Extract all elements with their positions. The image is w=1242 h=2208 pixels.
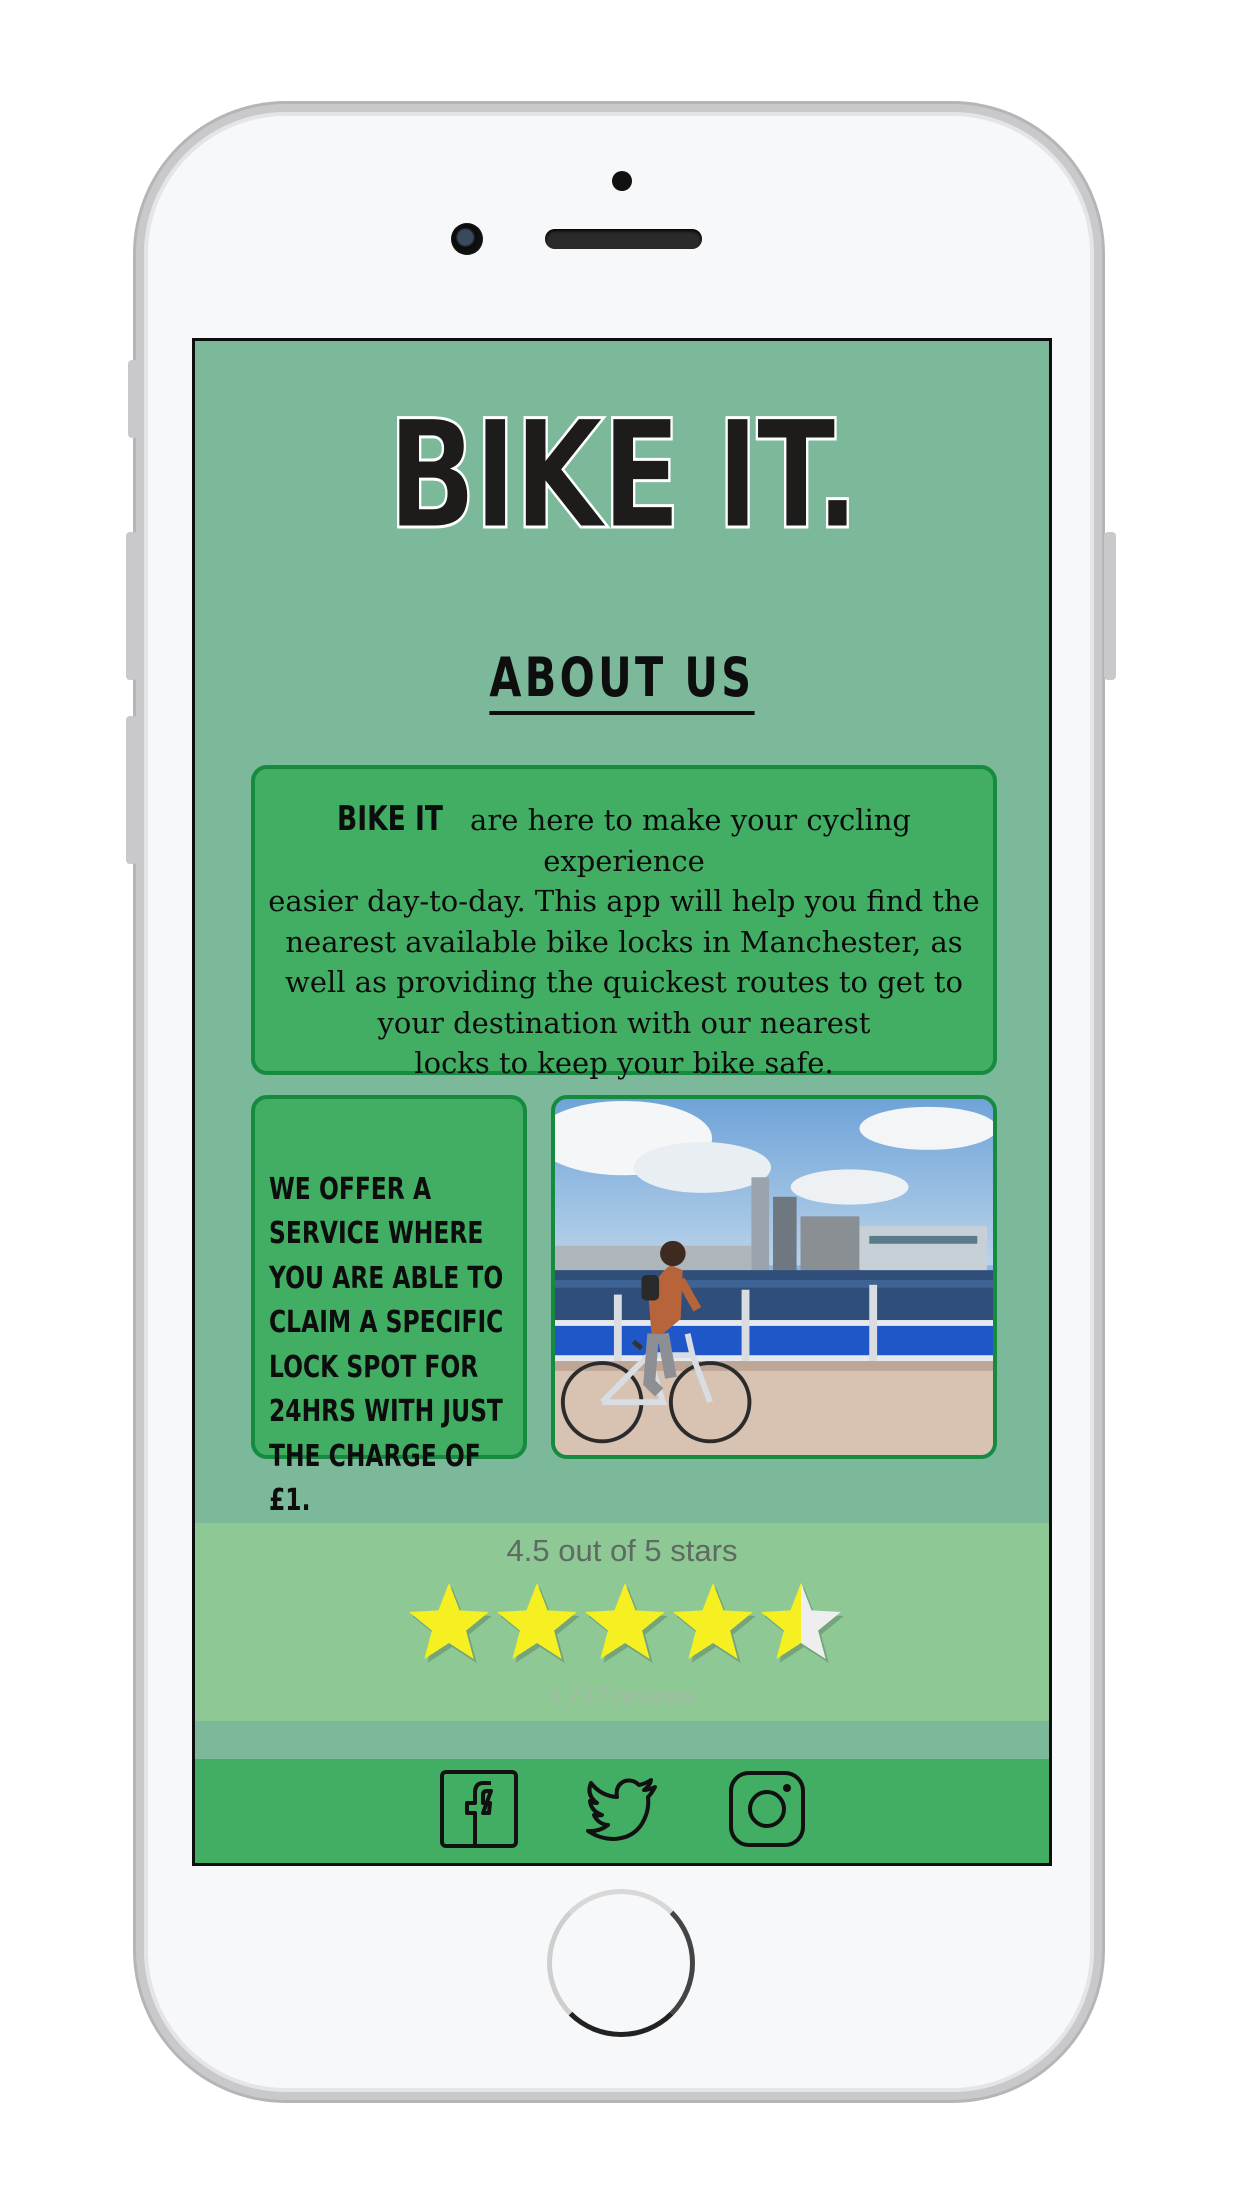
offer-text: WE OFFER A SERVICE WHERE YOU ARE ABLE TO…: [269, 1171, 504, 1519]
facebook-icon[interactable]: [439, 1769, 519, 1849]
app-screen: BIKE IT. ABOUT US BIKE IT are here to ma…: [192, 338, 1052, 1866]
intro-line-6: locks to keep your bike safe.: [414, 1046, 834, 1080]
offer-card: WE OFFER A SERVICE WHERE YOU ARE ABLE TO…: [251, 1095, 527, 1518]
intro-line-5: your destination with our nearest: [377, 1005, 871, 1040]
intro-card: BIKE IT are here to make your cycling ex…: [251, 765, 997, 1080]
volume-down-button: [126, 716, 138, 864]
intro-line-1: are here to make your cycling experience: [470, 803, 911, 878]
proximity-sensor: [612, 171, 632, 191]
social-footer: [195, 1759, 1049, 1863]
twitter-icon[interactable]: [583, 1769, 663, 1849]
star-rating: [409, 1583, 844, 1663]
intro-brand-name: BIKE IT: [337, 799, 443, 839]
intro-line-2: easier day-to-day. This app will help yo…: [268, 884, 980, 918]
instagram-icon[interactable]: [727, 1769, 807, 1849]
intro-line-3: nearest available bike locks in Manchest…: [285, 924, 963, 959]
review-count: 1,717 reviews: [547, 1683, 697, 1710]
intro-line-4: well as providing the quickest routes to…: [285, 965, 963, 999]
intro-line: BIKE IT are here to make your cycling ex…: [267, 799, 981, 881]
mute-switch: [128, 360, 138, 438]
app-logo: BIKE IT.: [386, 389, 861, 563]
power-button: [1104, 532, 1116, 680]
cyclist-photo-image: [555, 1099, 993, 1455]
home-button[interactable]: [547, 1889, 695, 2037]
rating-summary: 4.5 out of 5 stars: [506, 1533, 738, 1568]
volume-up-button: [126, 532, 138, 680]
front-camera: [451, 223, 483, 255]
page-title-text: ABOUT US: [489, 646, 755, 715]
earpiece-speaker: [545, 229, 702, 249]
page-title: ABOUT US: [195, 646, 1049, 715]
rating-section: 4.5 out of 5 stars 1,717 reviews: [195, 1523, 1049, 1721]
cyclist-photo: [551, 1095, 997, 1459]
